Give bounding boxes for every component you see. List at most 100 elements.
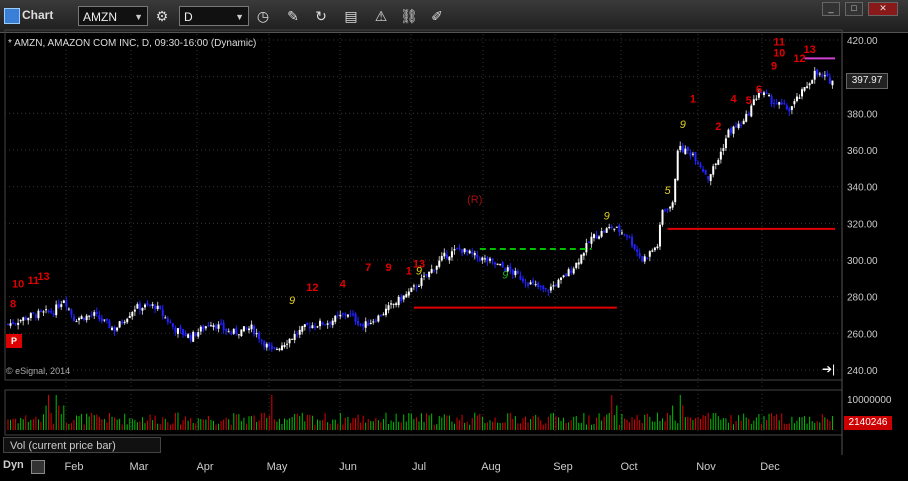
- candle-body: [192, 331, 195, 342]
- candle-body: [270, 345, 273, 350]
- candle-body: [623, 234, 626, 236]
- candle-body: [136, 304, 139, 309]
- r-label: (R): [467, 194, 482, 206]
- candle-body: [303, 324, 306, 328]
- candle-body: [811, 80, 814, 84]
- candle-body: [392, 303, 395, 305]
- candle-body: [179, 327, 182, 330]
- candle-body: [590, 236, 593, 244]
- candle-body: [42, 311, 45, 313]
- candle-body: [331, 320, 334, 326]
- candle-body: [273, 347, 276, 349]
- candle-body: [410, 287, 413, 292]
- td-sequential-count: 9: [385, 262, 391, 274]
- y-tick-label: 340.00: [847, 183, 878, 194]
- candle-body: [306, 322, 309, 325]
- candle-body: [75, 321, 78, 323]
- candle-body: [189, 335, 192, 341]
- candle-body: [78, 318, 81, 321]
- candle-body: [704, 169, 707, 175]
- candle-body: [456, 248, 459, 250]
- candle-body: [476, 254, 479, 258]
- candle-body: [740, 125, 743, 127]
- candle-body: [727, 129, 730, 138]
- candle-body: [468, 250, 471, 254]
- x-tick-label: Feb: [65, 461, 84, 473]
- candle-body: [669, 206, 672, 209]
- candle-body: [291, 338, 294, 340]
- candle-body: [648, 251, 651, 257]
- candle-body: [821, 74, 824, 76]
- last-volume-tag: 2140246: [844, 416, 892, 430]
- td-sequential-count: 11: [773, 37, 785, 49]
- candle-body: [379, 315, 382, 317]
- td-sequential-count: 1: [690, 93, 696, 105]
- td-setup-count: 9: [502, 269, 508, 281]
- candle-body: [684, 148, 687, 155]
- candle-body: [187, 334, 190, 338]
- candle-body: [357, 320, 360, 325]
- candle-body: [795, 96, 798, 102]
- candle-body: [171, 323, 174, 327]
- dyn-settings-icon[interactable]: [31, 460, 45, 474]
- candle-body: [686, 147, 689, 152]
- candle-body: [674, 178, 677, 203]
- candle-body: [95, 312, 98, 314]
- jump-to-end-icon[interactable]: ➔|: [822, 362, 840, 376]
- candle-body: [280, 345, 283, 351]
- candle-body: [438, 260, 441, 267]
- candle-body: [194, 332, 197, 336]
- td-setup-count: 9: [604, 211, 610, 223]
- candle-body: [483, 258, 486, 260]
- candle-body: [367, 323, 370, 326]
- candle-body: [466, 249, 469, 252]
- price-chart[interactable]: 420.00400.00380.00360.00340.00320.00300.…: [0, 0, 908, 481]
- candle-body: [47, 311, 50, 313]
- candle-body: [798, 97, 801, 99]
- td-sequential-count: 1: [406, 266, 412, 278]
- candle-body: [775, 103, 778, 105]
- watermark: © eSignal, 2014: [6, 366, 71, 376]
- candle-body: [227, 331, 230, 333]
- candle-body: [116, 327, 119, 331]
- candle-body: [37, 310, 40, 319]
- candle-body: [631, 236, 634, 246]
- candle-body: [324, 324, 327, 326]
- candle-body: [344, 313, 347, 316]
- candle-body: [80, 316, 83, 319]
- candle-body: [605, 228, 608, 233]
- dyn-label[interactable]: Dyn: [3, 459, 24, 471]
- candle-body: [521, 278, 524, 282]
- candle-body: [524, 282, 527, 284]
- candle-body: [628, 236, 631, 238]
- candle-body: [417, 285, 420, 287]
- candle-body: [768, 95, 771, 97]
- candle-body: [486, 257, 489, 262]
- candle-body: [618, 225, 621, 232]
- candle-body: [565, 273, 568, 276]
- candle-body: [156, 305, 159, 310]
- candle-body: [697, 162, 700, 165]
- candle-body: [473, 252, 476, 256]
- candle-body: [585, 242, 588, 253]
- candle-body: [709, 174, 712, 181]
- candle-body: [494, 262, 497, 265]
- candle-body: [719, 151, 722, 160]
- candle-body: [501, 262, 504, 268]
- candle-body: [164, 317, 167, 319]
- candle-body: [803, 87, 806, 91]
- candle-body: [111, 327, 114, 330]
- candle-body: [268, 343, 271, 347]
- candle-body: [126, 318, 129, 323]
- candle-body: [496, 263, 499, 265]
- p-marker-icon[interactable]: P: [6, 334, 22, 348]
- last-price-tag: 397.97: [846, 73, 888, 89]
- x-tick-label: Oct: [620, 461, 637, 473]
- candle-body: [321, 322, 324, 325]
- candle-body: [384, 308, 387, 316]
- y-tick-label: 300.00: [847, 256, 878, 267]
- volume-study-label[interactable]: Vol (current price bar): [3, 437, 161, 453]
- candle-body: [39, 310, 42, 312]
- candle-body: [24, 317, 27, 320]
- candle-body: [641, 256, 644, 262]
